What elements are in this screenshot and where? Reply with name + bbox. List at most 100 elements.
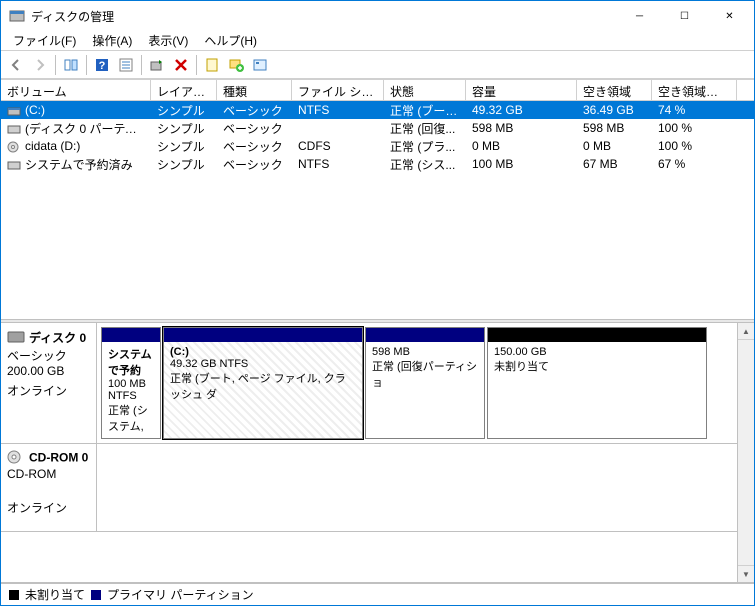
menu-help[interactable]: ヘルプ(H) <box>196 30 265 51</box>
volume-row[interactable]: システムで予約済みシンプルベーシックNTFS正常 (シス...100 MB67 … <box>1 155 754 173</box>
forward-button[interactable] <box>29 54 51 76</box>
column-header-volume[interactable]: ボリューム <box>1 80 151 100</box>
volume-fs: NTFS <box>292 102 384 118</box>
menu-action[interactable]: 操作(A) <box>84 30 140 51</box>
volume-type: ベーシック <box>217 101 292 120</box>
partition-size: 598 MB <box>372 346 410 358</box>
column-header-layout[interactable]: レイアウト <box>151 80 217 100</box>
volume-capacity: 0 MB <box>466 138 577 154</box>
partition-status: 未割り当て <box>494 361 549 373</box>
disk-label[interactable]: CD-ROM 0CD-ROMオンライン <box>1 444 97 531</box>
legend-swatch-unallocated <box>9 590 19 600</box>
scroll-track[interactable] <box>738 340 754 565</box>
maximize-button[interactable]: ☐ <box>662 2 707 31</box>
volume-type: ベーシック <box>217 137 292 156</box>
partition[interactable]: 598 MB 正常 (回復パーティショ <box>365 327 485 439</box>
hdd-icon <box>7 330 25 347</box>
menu-view[interactable]: 表示(V) <box>140 30 196 51</box>
volume-row[interactable]: cidata (D:)シンプルベーシックCDFS正常 (プラ...0 MB0 M… <box>1 137 754 155</box>
action-list-button[interactable] <box>115 54 137 76</box>
properties-button[interactable] <box>201 54 223 76</box>
volume-free-pct: 74 % <box>652 102 737 118</box>
partition[interactable]: 150.00 GB 未割り当て <box>487 327 707 439</box>
toolbar-separator <box>141 55 142 75</box>
column-header-type[interactable]: 種類 <box>217 80 292 100</box>
content-area: ボリューム レイアウト 種類 ファイル システム 状態 容量 空き領域 空き領域… <box>1 79 754 605</box>
scroll-up-icon[interactable]: ▲ <box>738 323 754 340</box>
partition[interactable]: システムで予約100 MB NTFS 正常 (システム, <box>101 327 161 439</box>
volume-status: 正常 (シス... <box>384 155 466 174</box>
partition-title: (C:) <box>170 346 189 358</box>
volume-status: 正常 (プラ... <box>384 137 466 156</box>
volume-fs <box>292 127 384 129</box>
delete-button[interactable] <box>170 54 192 76</box>
volume-name: システムで予約済み <box>25 158 133 172</box>
volume-type: ベーシック <box>217 119 292 138</box>
legend-label-unallocated: 未割り当て <box>25 586 85 603</box>
part-icon <box>7 123 21 135</box>
volume-capacity: 598 MB <box>466 120 577 136</box>
help-button[interactable]: ? <box>91 54 113 76</box>
menu-file[interactable]: ファイル(F) <box>5 30 84 51</box>
partition-bar <box>164 328 362 342</box>
back-button[interactable] <box>5 54 27 76</box>
partition-bar <box>366 328 484 342</box>
titlebar: ディスクの管理 ─ ☐ ✕ <box>1 1 754 31</box>
column-header-free[interactable]: 空き領域 <box>577 80 652 100</box>
scroll-down-icon[interactable]: ▼ <box>738 565 754 582</box>
close-button[interactable]: ✕ <box>707 2 752 31</box>
volume-layout: シンプル <box>151 101 217 120</box>
disk-status: オンライン <box>7 382 90 399</box>
legend: 未割り当て プライマリ パーティション <box>1 583 754 605</box>
volume-free: 0 MB <box>577 138 652 154</box>
partition-bar <box>102 328 160 342</box>
disk-row: CD-ROM 0CD-ROMオンライン <box>1 444 737 532</box>
disk-size: 200.00 GB <box>7 364 90 378</box>
drive-icon <box>7 105 21 117</box>
column-header-free-pct[interactable]: 空き領域の割... <box>652 80 737 100</box>
column-header-status[interactable]: 状態 <box>384 80 466 100</box>
volume-capacity: 49.32 GB <box>466 102 577 118</box>
volume-row[interactable]: (C:)シンプルベーシックNTFS正常 (ブート...49.32 GB36.49… <box>1 101 754 119</box>
toolbar-separator <box>196 55 197 75</box>
app-icon <box>9 8 25 24</box>
volume-free-pct: 100 % <box>652 138 737 154</box>
disk-rows[interactable]: ディスク 0ベーシック200.00 GBオンラインシステムで予約100 MB N… <box>1 323 737 582</box>
disk-partitions: システムで予約100 MB NTFS 正常 (システム, (C:)49.32 GB … <box>97 323 737 443</box>
column-header-capacity[interactable]: 容量 <box>466 80 577 100</box>
partition-size: 100 MB NTFS <box>108 378 146 402</box>
refresh-button[interactable] <box>146 54 168 76</box>
volume-layout: シンプル <box>151 137 217 156</box>
partition-size: 150.00 GB <box>494 346 547 358</box>
volume-layout: シンプル <box>151 155 217 174</box>
column-header-filesystem[interactable]: ファイル システム <box>292 80 384 100</box>
volume-type: ベーシック <box>217 155 292 174</box>
volume-capacity: 100 MB <box>466 156 577 172</box>
disk-name: ディスク 0 <box>29 331 86 345</box>
disk-partitions <box>97 444 737 531</box>
volume-status: 正常 (ブート... <box>384 101 466 120</box>
volume-free-pct: 100 % <box>652 120 737 136</box>
disk-type: ベーシック <box>7 347 90 364</box>
volume-free: 598 MB <box>577 120 652 136</box>
vertical-scrollbar[interactable]: ▲ ▼ <box>737 323 754 582</box>
toolbar-separator <box>86 55 87 75</box>
volume-list[interactable]: (C:)シンプルベーシックNTFS正常 (ブート...49.32 GB36.49… <box>1 101 754 319</box>
volume-status: 正常 (回復... <box>384 119 466 138</box>
partition-status: 正常 (システム, <box>108 405 148 433</box>
svg-text:?: ? <box>99 60 106 72</box>
window-title: ディスクの管理 <box>31 8 617 25</box>
disk-status: オンライン <box>7 499 90 516</box>
disk-name: CD-ROM 0 <box>29 451 88 465</box>
settings-button[interactable] <box>249 54 271 76</box>
disk-label[interactable]: ディスク 0 ベーシック200.00 GB オンライン <box>1 323 97 443</box>
partition-title: システムで予約 <box>108 349 152 377</box>
new-button[interactable] <box>225 54 247 76</box>
cd-icon <box>7 141 21 153</box>
volume-row[interactable]: (ディスク 0 パーティシ...シンプルベーシック正常 (回復...598 MB… <box>1 119 754 137</box>
minimize-button[interactable]: ─ <box>617 2 662 31</box>
partition-status: 正常 (回復パーティショ <box>372 361 477 389</box>
partition[interactable]: (C:)49.32 GB NTFS正常 (ブート, ページ ファイル, クラッシ… <box>163 327 363 439</box>
cd-icon <box>7 450 25 467</box>
show-hide-console-button[interactable] <box>60 54 82 76</box>
